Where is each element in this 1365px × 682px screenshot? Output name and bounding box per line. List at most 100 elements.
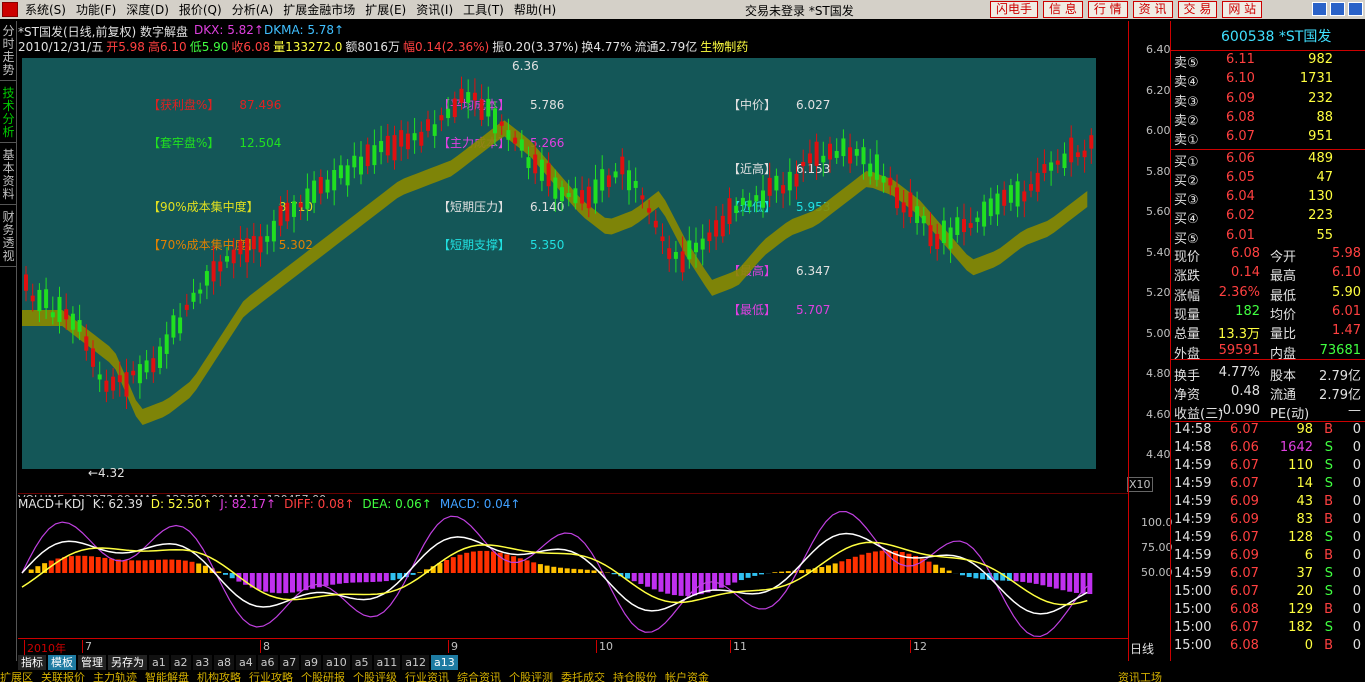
function-tab-5[interactable]: 行业攻略 xyxy=(249,672,293,682)
candle-body xyxy=(1055,160,1060,165)
function-tab-6[interactable]: 个股研报 xyxy=(301,672,345,682)
tick-side: B xyxy=(1324,548,1333,563)
orderbook-row-4[interactable]: 卖① 6.07 951 xyxy=(1174,129,1363,148)
tick-price: 6.06 xyxy=(1230,440,1259,455)
menu-item-4[interactable]: 分析(A) xyxy=(227,1,279,18)
indicator-tab-8[interactable]: a4 xyxy=(236,655,256,670)
minimize-button[interactable] xyxy=(1312,2,1327,16)
stat-row-1: 涨跌 0.14 最高 6.10 xyxy=(1174,265,1363,284)
tick-price: 6.07 xyxy=(1230,458,1259,473)
candle-body xyxy=(600,169,605,191)
candle-body xyxy=(613,171,618,178)
d-line xyxy=(21,541,1088,606)
orderbook-row-0[interactable]: 卖⑤ 6.11 982 xyxy=(1174,52,1363,71)
quick-button-2[interactable]: 行 情 xyxy=(1087,1,1128,18)
quick-button-1[interactable]: 信 息 xyxy=(1043,1,1083,18)
indicator-tab-9[interactable]: a6 xyxy=(257,655,278,670)
function-tab-0[interactable]: 扩展区 xyxy=(0,672,33,682)
indicator-tab-16[interactable]: a13 xyxy=(431,655,458,670)
function-tab-2[interactable]: 主力轨迹 xyxy=(93,672,137,682)
menu-item-5[interactable]: 扩展金融市场 xyxy=(278,1,360,18)
indicator-tab-3[interactable]: 另存为 xyxy=(108,655,147,670)
macd-bar xyxy=(223,573,228,575)
menu-item-1[interactable]: 功能(F) xyxy=(71,1,121,18)
indicator-tab-14[interactable]: a11 xyxy=(373,655,401,670)
stat-label: 股本 xyxy=(1270,368,1297,384)
orderbook-row-5[interactable]: 买① 6.06 489 xyxy=(1174,151,1363,170)
left-tab-1[interactable]: 技术分析 xyxy=(0,83,17,143)
orderbook-price: 6.01 xyxy=(1226,227,1255,243)
function-tab-1[interactable]: 关联报价 xyxy=(41,672,85,682)
function-tab-11[interactable]: 委托成交 xyxy=(561,672,605,682)
indicator-tab-15[interactable]: a12 xyxy=(402,655,429,670)
orderbook-row-1[interactable]: 卖④ 6.10 1731 xyxy=(1174,71,1363,90)
macd-bar xyxy=(531,562,537,573)
menu-items: 系统(S) 功能(F) 深度(D) 报价(Q) 分析(A) 扩展金融市场 扩展(E) 资讯(I… xyxy=(20,1,561,18)
orderbook-row-7[interactable]: 买③ 6.04 130 xyxy=(1174,189,1363,208)
candle-body xyxy=(392,135,397,161)
left-tab-2[interactable]: 基本资料 xyxy=(0,145,17,205)
function-tab-4[interactable]: 机构攻略 xyxy=(197,672,241,682)
stat-label: 现价 xyxy=(1174,250,1201,265)
indicator-tab-11[interactable]: a9 xyxy=(301,655,321,670)
function-tab-9[interactable]: 综合资讯 xyxy=(457,672,501,682)
function-tab-13[interactable]: 帐户资金 xyxy=(665,672,709,682)
orderbook-row-3[interactable]: 卖② 6.08 88 xyxy=(1174,110,1363,129)
indicator-tab-13[interactable]: a5 xyxy=(351,655,372,670)
function-tab-7[interactable]: 个股评级 xyxy=(353,672,397,682)
indicator-tab-4[interactable]: a1 xyxy=(149,655,169,670)
menu-item-2[interactable]: 深度(D) xyxy=(121,1,174,18)
candle-body xyxy=(915,206,920,224)
indicator-tab-5[interactable]: a2 xyxy=(170,655,191,670)
indicator-tab-10[interactable]: a7 xyxy=(279,655,300,670)
menu-item-6[interactable]: 扩展(E) xyxy=(360,1,411,18)
candle-body xyxy=(506,130,511,140)
menu-item-7[interactable]: 资讯(I) xyxy=(411,1,458,18)
indicator-tab-2[interactable]: 管理 xyxy=(78,655,106,670)
left-tab-0[interactable]: 分时走势 xyxy=(0,21,17,81)
menu-item-3[interactable]: 报价(Q) xyxy=(174,1,227,18)
indicator-tab-7[interactable]: a8 xyxy=(214,655,234,670)
candle-body xyxy=(211,261,216,282)
function-tab-12[interactable]: 持仓股份 xyxy=(613,672,657,682)
quick-button-5[interactable]: 网 站 xyxy=(1222,1,1263,18)
menu-item-8[interactable]: 工具(T) xyxy=(458,1,509,18)
indicator-tab-0[interactable]: 指标 xyxy=(18,655,46,670)
stat-value: 4.77% xyxy=(1218,364,1260,380)
function-tab-14[interactable]: 资讯工场 xyxy=(1118,672,1162,682)
tick-time: 15:00 xyxy=(1174,602,1212,617)
indicator-tab-6[interactable]: a3 xyxy=(192,655,213,670)
tick-time: 15:00 xyxy=(1174,638,1212,653)
tick-side: B xyxy=(1324,422,1333,437)
orderbook-volume: 951 xyxy=(1308,129,1333,145)
menu-item-9[interactable]: 帮助(H) xyxy=(509,1,561,18)
indicator-tab-1[interactable]: 模板 xyxy=(48,655,76,670)
macd-bar xyxy=(846,559,852,573)
quick-button-4[interactable]: 交 易 xyxy=(1177,1,1218,18)
candle-body xyxy=(198,289,203,294)
tick-time: 14:59 xyxy=(1174,512,1212,527)
orderbook-row-9[interactable]: 买⑤ 6.01 55 xyxy=(1174,228,1363,247)
function-tab-8[interactable]: 行业资讯 xyxy=(405,672,449,682)
maximize-button[interactable] xyxy=(1330,2,1345,16)
candle-body xyxy=(586,186,591,209)
login-status: 交易未登录 *ST国发 xyxy=(745,4,854,18)
left-tab-3[interactable]: 财务透视 xyxy=(0,207,17,267)
candle-body xyxy=(191,292,196,302)
menu-item-0[interactable]: 系统(S) xyxy=(20,1,71,18)
orderbook-row-8[interactable]: 买④ 6.02 223 xyxy=(1174,208,1363,227)
candle-body xyxy=(740,197,745,206)
orderbook-row-6[interactable]: 买② 6.05 47 xyxy=(1174,170,1363,189)
close-button[interactable] xyxy=(1348,2,1363,16)
quick-button-0[interactable]: 闪电手 xyxy=(990,1,1039,18)
quick-button-3[interactable]: 资 讯 xyxy=(1132,1,1173,18)
orderbook-row-2[interactable]: 卖③ 6.09 232 xyxy=(1174,91,1363,110)
macd-kdj-panel[interactable] xyxy=(18,493,1128,638)
candle-body xyxy=(935,233,940,250)
macd-bar xyxy=(658,573,664,592)
function-tab-10[interactable]: 个股评测 xyxy=(509,672,553,682)
indicator-tab-12[interactable]: a10 xyxy=(323,655,350,670)
tick-price: 6.09 xyxy=(1230,494,1259,509)
function-tab-3[interactable]: 智能解盘 xyxy=(145,672,189,682)
macd-bar xyxy=(725,573,731,586)
